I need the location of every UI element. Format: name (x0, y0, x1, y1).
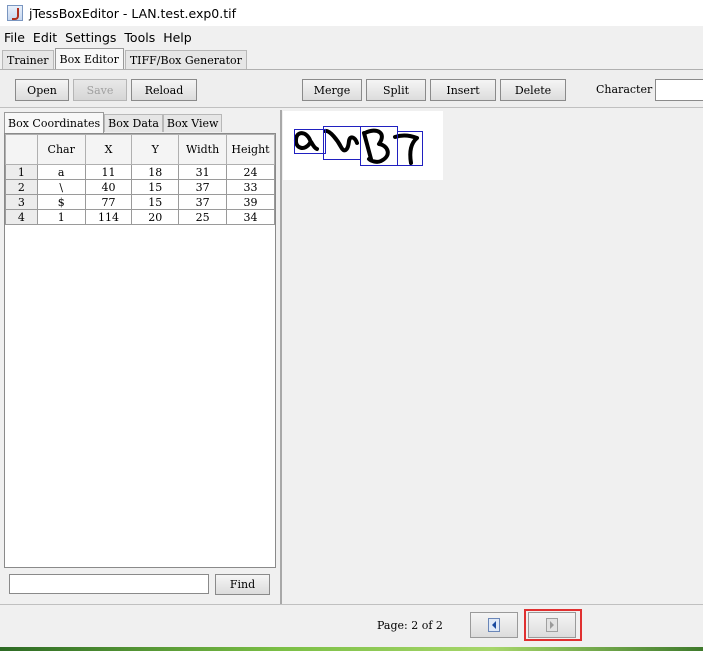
menu-file[interactable]: File (4, 30, 25, 45)
cell-char[interactable]: a (36, 164, 86, 180)
cell-char[interactable]: $ (36, 194, 86, 210)
open-button[interactable]: Open (15, 79, 69, 101)
tab-trainer[interactable]: Trainer (2, 50, 54, 69)
glyph-image-svg (293, 126, 423, 166)
cell-height[interactable]: 33 (226, 179, 275, 195)
cell-width[interactable]: 37 (178, 194, 228, 210)
save-button[interactable]: Save (73, 79, 127, 101)
row-number: 2 (5, 179, 38, 195)
cell-height[interactable]: 39 (226, 194, 275, 210)
table-row[interactable]: 2 \ 40 15 37 33 (5, 179, 275, 195)
menu-tools[interactable]: Tools (124, 30, 155, 45)
cell-x[interactable]: 77 (84, 194, 133, 210)
table-row[interactable]: 1 a 11 18 31 24 (5, 164, 275, 180)
table-row[interactable]: 3 $ 77 15 37 39 (5, 194, 275, 210)
header-rownum (5, 134, 38, 165)
find-input[interactable] (9, 574, 209, 594)
cell-y[interactable]: 15 (131, 179, 180, 195)
tiff-image-canvas[interactable] (283, 111, 443, 180)
cell-y[interactable]: 20 (131, 209, 180, 225)
cell-width[interactable]: 37 (178, 179, 228, 195)
character-field[interactable] (655, 79, 703, 101)
toolbar: Open Save Reload Merge Split Insert Dele… (0, 70, 703, 108)
box-sub-tabs: Box Coordinates Box Data Box View (4, 112, 223, 133)
cell-width[interactable]: 31 (178, 164, 228, 180)
tab-box-view[interactable]: Box View (162, 114, 223, 132)
reload-button[interactable]: Reload (131, 79, 197, 101)
java-app-icon (7, 5, 23, 21)
row-number: 1 (5, 164, 38, 180)
table-row[interactable]: 4 1 114 20 25 34 (5, 209, 275, 225)
header-x[interactable]: X (84, 134, 133, 165)
find-button[interactable]: Find (215, 574, 270, 595)
split-button[interactable]: Split (366, 79, 426, 101)
header-height[interactable]: Height (226, 134, 275, 165)
tab-tiff-box-generator[interactable]: TIFF/Box Generator (124, 50, 247, 69)
menu-bar: File Edit Settings Tools Help (0, 26, 703, 48)
main-tabs: Trainer Box Editor TIFF/Box Generator (2, 48, 248, 70)
box-coordinates-table: Char X Y Width Height 1 a 11 18 31 24 2 (4, 133, 276, 568)
menu-help[interactable]: Help (163, 30, 192, 45)
cell-height[interactable]: 34 (226, 209, 275, 225)
cell-y[interactable]: 18 (131, 164, 180, 180)
taskbar-strip (0, 647, 703, 651)
arrow-left-icon (488, 618, 500, 632)
page-label: Page: 2 of 2 (377, 619, 443, 632)
next-button-highlight (524, 609, 582, 641)
cell-x[interactable]: 114 (84, 209, 133, 225)
left-panel: Box Coordinates Box Data Box View Char X… (0, 110, 281, 604)
row-number: 3 (5, 194, 38, 210)
prev-page-button[interactable] (470, 612, 518, 638)
cell-height[interactable]: 24 (226, 164, 275, 180)
window-title: jTessBoxEditor - LAN.test.exp0.tif (29, 5, 236, 21)
menu-edit[interactable]: Edit (33, 30, 57, 45)
cell-x[interactable]: 40 (84, 179, 133, 195)
handwritten-glyphs (293, 128, 419, 165)
header-y[interactable]: Y (131, 134, 180, 165)
menu-settings[interactable]: Settings (65, 30, 116, 45)
row-number: 4 (5, 209, 38, 225)
title-bar: jTessBoxEditor - LAN.test.exp0.tif (0, 0, 703, 26)
cell-y[interactable]: 15 (131, 194, 180, 210)
cell-x[interactable]: 11 (84, 164, 133, 180)
insert-button[interactable]: Insert (430, 79, 496, 101)
bottom-bar: Page: 2 of 2 (0, 604, 703, 647)
cell-char[interactable]: \ (36, 179, 86, 195)
table-header-row: Char X Y Width Height (5, 134, 275, 165)
image-panel (282, 110, 703, 604)
header-char[interactable]: Char (36, 134, 86, 165)
tab-box-data[interactable]: Box Data (104, 114, 163, 132)
tab-box-editor[interactable]: Box Editor (54, 48, 124, 69)
tab-box-coordinates[interactable]: Box Coordinates (4, 112, 105, 133)
header-width[interactable]: Width (178, 134, 228, 165)
merge-button[interactable]: Merge (302, 79, 362, 101)
character-label: Character (596, 83, 653, 96)
cell-char[interactable]: 1 (36, 209, 86, 225)
delete-button[interactable]: Delete (500, 79, 566, 101)
cell-width[interactable]: 25 (178, 209, 228, 225)
